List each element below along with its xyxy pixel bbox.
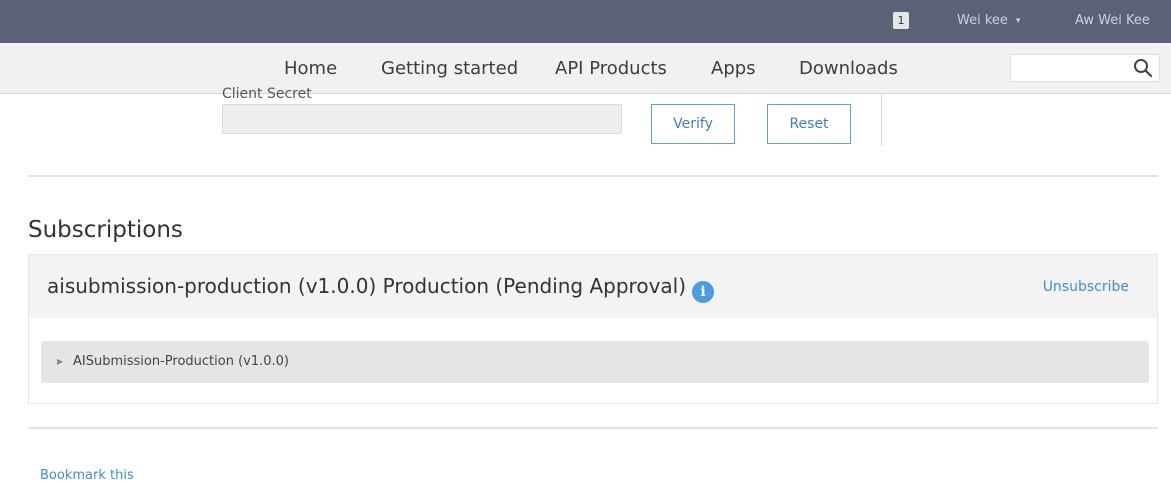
info-icon[interactable]: i xyxy=(692,281,715,303)
unsubscribe-link[interactable]: Unsubscribe xyxy=(1043,278,1129,296)
search-input[interactable] xyxy=(1010,54,1160,82)
api-name-label: AISubmission-Production (v1.0.0) xyxy=(73,354,289,369)
bookmark-link[interactable]: Bookmark this xyxy=(40,468,134,484)
user-menu-label: Wei kee xyxy=(957,13,1008,28)
subscriptions-heading: Subscriptions xyxy=(28,217,183,243)
nav-downloads[interactable]: Downloads xyxy=(799,58,898,80)
subscription-title-text: aisubmission-production (v1.0.0) Product… xyxy=(47,274,687,298)
nav-getting-started[interactable]: Getting started xyxy=(381,58,518,80)
nav-api-products[interactable]: API Products xyxy=(555,58,667,80)
verify-button[interactable]: Verify xyxy=(651,104,735,144)
subscription-header: aisubmission-production (v1.0.0) Product… xyxy=(29,255,1157,318)
vertical-divider xyxy=(881,93,882,146)
section-divider xyxy=(28,175,1158,177)
nav-home[interactable]: Home xyxy=(284,58,337,80)
caret-down-icon: ▾ xyxy=(1015,16,1021,26)
top-bar: 1 Wei kee ▾ Aw Wei Kee xyxy=(0,0,1171,43)
client-secret-field[interactable] xyxy=(222,104,622,134)
main-nav: Home Getting started API Products Apps D… xyxy=(0,43,1171,94)
caret-right-icon: ▶ xyxy=(57,357,64,366)
client-secret-label: Client Secret xyxy=(222,86,312,102)
user-name-link[interactable]: Aw Wei Kee xyxy=(1075,13,1150,29)
nav-apps[interactable]: Apps xyxy=(711,58,756,80)
search-icon[interactable] xyxy=(1133,58,1153,78)
subscription-title: aisubmission-production (v1.0.0) Product… xyxy=(47,274,715,303)
user-menu[interactable]: Wei kee ▾ xyxy=(957,13,1020,29)
notification-badge[interactable]: 1 xyxy=(893,12,909,29)
reset-button[interactable]: Reset xyxy=(767,104,851,144)
subscription-panel: aisubmission-production (v1.0.0) Product… xyxy=(28,254,1158,404)
footer-divider xyxy=(28,427,1158,429)
api-accordion-row[interactable]: ▶ AISubmission-Production (v1.0.0) xyxy=(41,341,1149,383)
